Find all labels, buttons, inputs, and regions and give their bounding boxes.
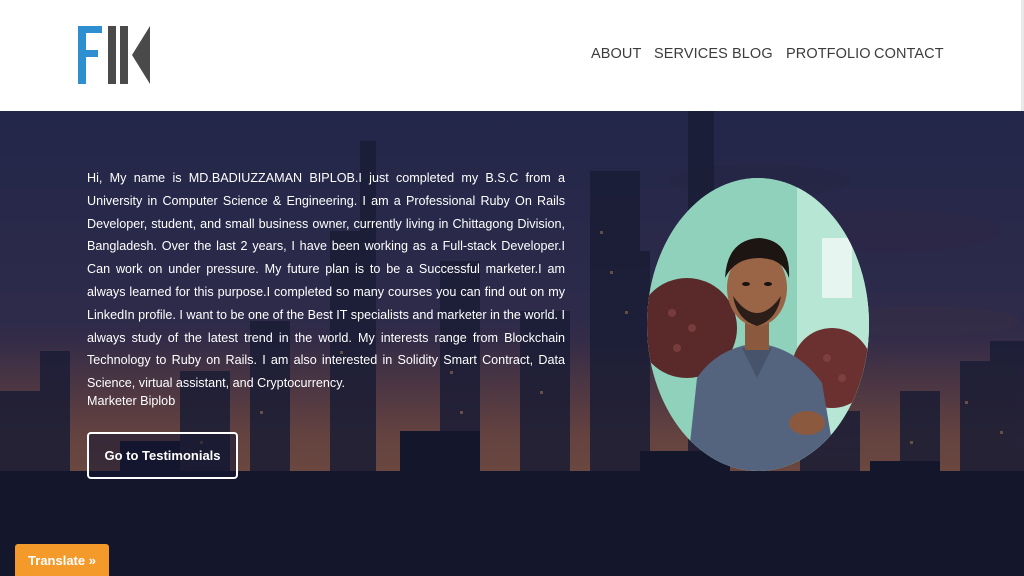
signature-text: Marketer Biplob bbox=[87, 394, 176, 408]
profile-photo-image bbox=[647, 178, 869, 471]
nav-about[interactable]: ABOUT bbox=[591, 46, 641, 62]
nav-blog[interactable]: BLOG bbox=[732, 46, 773, 62]
translate-button[interactable]: Translate » bbox=[15, 544, 109, 576]
nav-protfolio[interactable]: PROTFOLIO bbox=[786, 46, 871, 62]
profile-photo bbox=[647, 178, 869, 471]
site-header: ABOUT SERVICES BLOG PROTFOLIO CONTACT bbox=[0, 0, 1024, 111]
nav-contact[interactable]: CONTACT bbox=[874, 46, 944, 62]
bio-paragraph: Hi, My name is MD.BADIUZZAMAN BIPLOB.I j… bbox=[87, 171, 565, 391]
nav-services[interactable]: SERVICES bbox=[654, 46, 728, 62]
testimonials-button[interactable]: Go to Testimonials bbox=[87, 432, 238, 479]
fk-logo-icon[interactable] bbox=[78, 26, 152, 84]
hero-section: Hi, My name is MD.BADIUZZAMAN BIPLOB.I j… bbox=[0, 111, 1024, 576]
